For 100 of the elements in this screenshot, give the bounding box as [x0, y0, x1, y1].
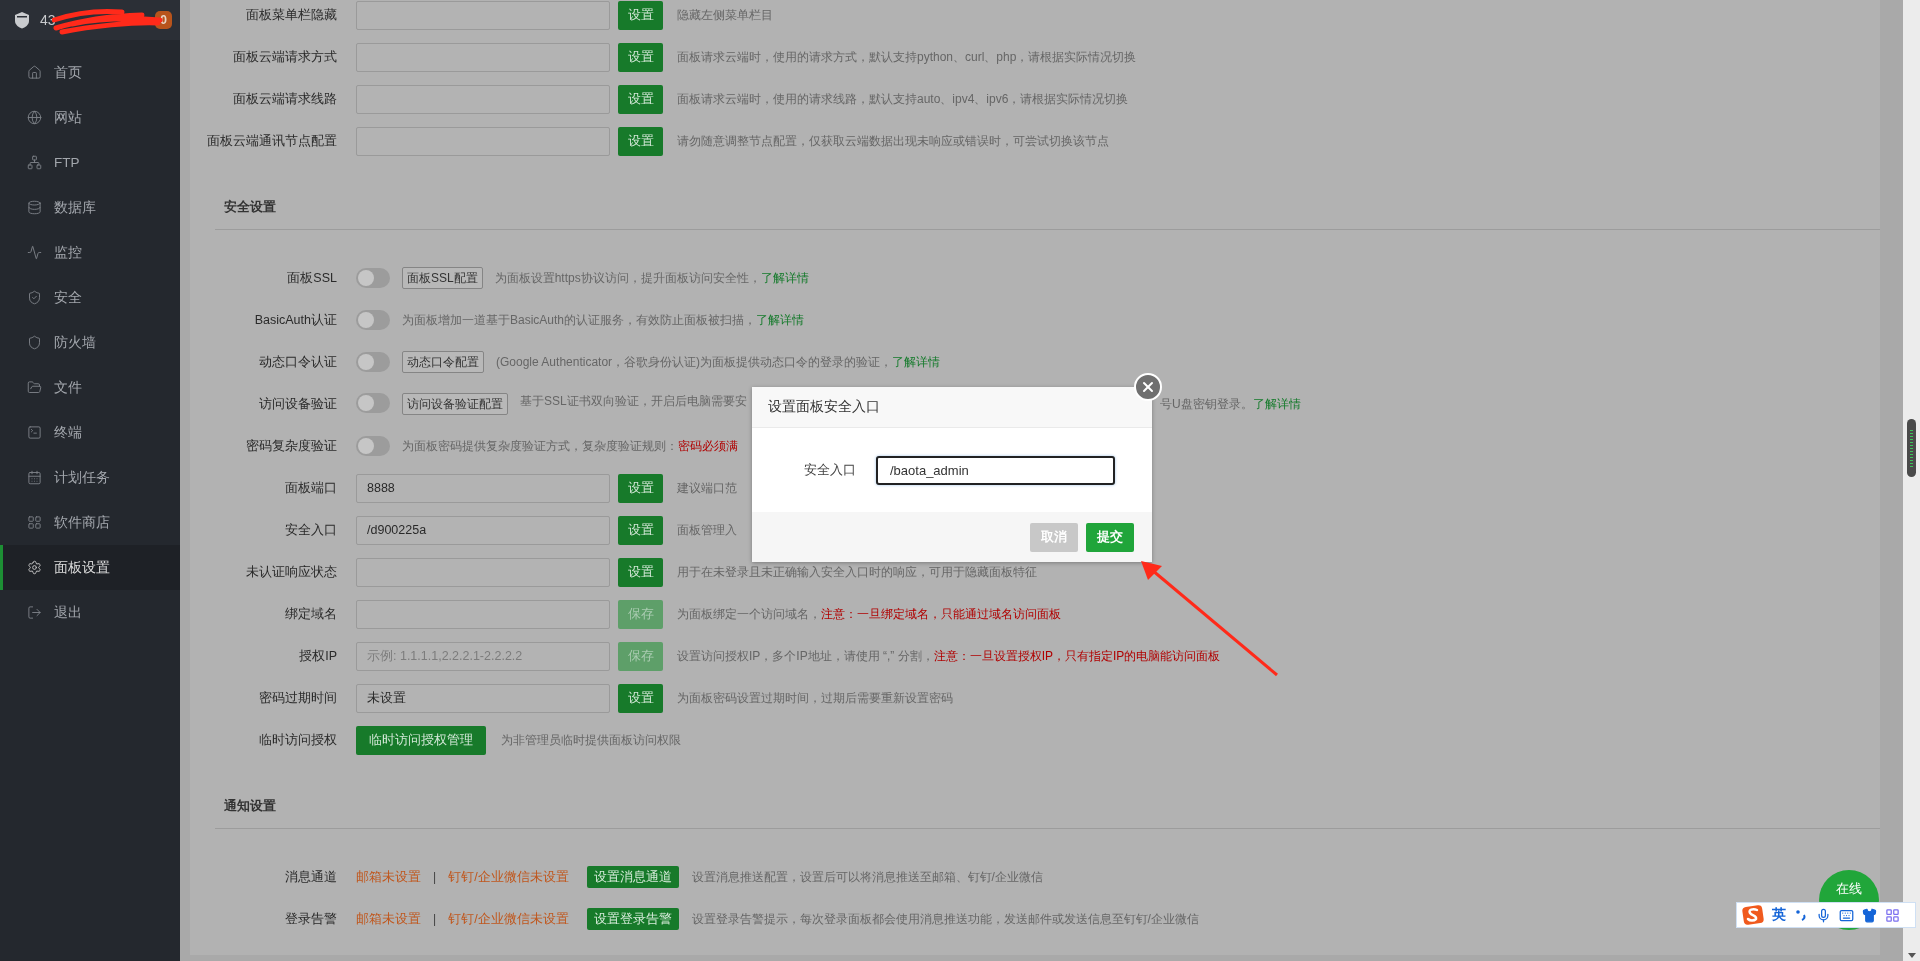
description-text: 为面板绑定一个访问域名，注意：一旦绑定域名，只能通过域名访问面板	[677, 605, 1061, 623]
setting-input[interactable]	[356, 0, 610, 30]
toggle-switch[interactable]	[356, 310, 390, 330]
setting-label: BasicAuth认证	[253, 311, 337, 329]
setting-label: 密码过期时间	[258, 689, 337, 707]
channel-button[interactable]: 设置登录告警	[586, 908, 679, 930]
description-text: 建议端口范	[677, 479, 737, 497]
learn-more-link[interactable]: 了解详情	[756, 312, 805, 327]
grid-icon[interactable]	[1885, 907, 1900, 923]
sidebar-item[interactable]: 数据库	[0, 185, 180, 230]
channel-button[interactable]: 设置消息通道	[586, 866, 679, 888]
setting-input[interactable]: 未设置	[356, 683, 610, 713]
description-text: 请勿随意调整节点配置，仅获取云端数据出现未响应或错误时，可尝试切换该节点	[677, 132, 1109, 150]
setting-label: 消息通道	[284, 868, 337, 886]
action-button[interactable]: 设置	[618, 84, 663, 114]
learn-more-link[interactable]: 了解详情	[760, 270, 809, 285]
setting-label: 授权IP	[298, 647, 337, 665]
sidebar-item[interactable]: 退出	[0, 590, 180, 635]
learn-more-link[interactable]: 了解详情	[1252, 396, 1301, 411]
setting-input[interactable]	[356, 42, 610, 72]
sidebar-item[interactable]: FTP	[0, 140, 180, 185]
description-text: 设置消息推送配置，设置后可以将消息推送至邮箱、钉钉/企业微信	[691, 868, 1043, 886]
home-icon	[27, 65, 42, 80]
action-button[interactable]: 设置	[618, 515, 663, 545]
grid-icon	[27, 515, 42, 530]
setting-input[interactable]	[356, 84, 610, 114]
config-button[interactable]: 动态口令配置	[402, 351, 484, 373]
sidebar-item[interactable]: 终端	[0, 410, 180, 455]
calendar-icon	[27, 470, 42, 485]
description-text: 为面板设置https协议访问，提升面板访问安全性，了解详情	[494, 269, 809, 287]
description-text: 为面板增加一道基于BasicAuth的认证服务，有效防止面板被扫描，了解详情	[402, 311, 805, 329]
punctuation-icon[interactable]	[1794, 908, 1808, 922]
setting-input[interactable]	[356, 599, 610, 629]
description-text: 设置访问授权IP，多个IP地址，请使用 “,” 分割，注意：一旦设置授权IP，只有指定IP的电脑能访问面板	[677, 647, 1221, 665]
sidebar-item[interactable]: 软件商店	[0, 500, 180, 545]
terminal-icon	[27, 425, 42, 440]
scroll-down-icon[interactable]	[1907, 953, 1916, 958]
logout-icon	[27, 605, 42, 620]
ime-logo-icon[interactable]	[1742, 905, 1764, 925]
toggle-switch[interactable]	[356, 352, 390, 372]
setting-input[interactable]	[356, 557, 610, 587]
action-button[interactable]: 设置	[618, 473, 663, 503]
database-icon	[27, 200, 42, 215]
sidebar-item[interactable]: 监控	[0, 230, 180, 275]
setting-label: 临时访问授权	[258, 731, 337, 749]
description-text: (Google Authenticator，谷歌身份认证)为面板提供动态口令的登录的验证，了解详情	[496, 353, 941, 371]
scrollbar-thumb[interactable]	[1907, 419, 1916, 477]
settings-icon	[27, 560, 42, 575]
sidebar-item[interactable]: 首页	[0, 50, 180, 95]
setting-input[interactable]: 8888	[356, 473, 610, 503]
action-button[interactable]: 设置	[618, 557, 663, 587]
entrance-input[interactable]: /baota_admin	[876, 455, 1115, 485]
shield-check-icon	[27, 290, 42, 305]
config-button[interactable]: 访问设备验证配置	[402, 393, 508, 415]
description-text: 设置登录告警提示，每次登录面板都会使用消息推送功能，发送邮件或发送信息至钉钉/企业微信	[691, 910, 1199, 928]
submit-button[interactable]: 提交	[1086, 522, 1134, 552]
action-button[interactable]: 设置	[618, 0, 663, 30]
toggle-switch[interactable]	[356, 268, 390, 288]
description-text: 号U盘密钥登录。了解详情	[1160, 395, 1301, 413]
activity-icon	[27, 245, 42, 260]
setting-label: 面板云端请求线路	[232, 90, 337, 108]
description-text: 为面板密码提供复杂度验证方式，复杂度验证规则：密码必须满	[402, 437, 738, 455]
sidebar-item[interactable]: 安全	[0, 275, 180, 320]
learn-more-link[interactable]: 了解详情	[892, 354, 941, 369]
dialog-title: 设置面板安全入口	[768, 398, 880, 416]
toggle-switch[interactable]	[356, 436, 390, 456]
toggle-switch[interactable]	[356, 393, 390, 413]
folder-icon	[27, 380, 42, 395]
input-mode-toggle[interactable]: 英	[1772, 906, 1786, 924]
action-button[interactable]: 设置	[618, 683, 663, 713]
sidebar-item[interactable]: 防火墙	[0, 320, 180, 365]
section-title: 通知设置	[224, 797, 276, 815]
setting-label: 面板云端请求方式	[232, 48, 337, 66]
sidebar-item[interactable]: 计划任务	[0, 455, 180, 500]
keyboard-icon[interactable]	[1839, 907, 1854, 923]
sidebar-item[interactable]: 面板设置	[0, 545, 180, 590]
setting-label: 动态口令认证	[258, 353, 337, 371]
action-button[interactable]: 设置	[618, 42, 663, 72]
config-button[interactable]: 面板SSL配置	[402, 267, 483, 289]
description-text: 隐藏左侧菜单栏目	[677, 6, 773, 24]
setting-label: 面板云端通讯节点配置	[206, 132, 337, 150]
manage-button[interactable]: 临时访问授权管理	[356, 725, 486, 755]
description-text: 基于SSL证书双向验证，开启后电脑需要安	[520, 393, 747, 410]
separator-text: |	[433, 912, 437, 926]
sidebar-item[interactable]: 网站	[0, 95, 180, 140]
setting-input[interactable]	[356, 126, 610, 156]
setting-label: 密码复杂度验证	[245, 437, 337, 455]
setting-label: 绑定域名	[284, 605, 337, 623]
shirt-icon[interactable]	[1862, 907, 1877, 923]
setting-input[interactable]: /d900225a	[356, 515, 610, 545]
description-text: 面板请求云端时，使用的请求线路，默认支持auto、ipv4、ipv6，请根据实际情况切换	[677, 90, 1129, 108]
setting-label: 登录告警	[284, 910, 337, 928]
sidebar-item[interactable]: 文件	[0, 365, 180, 410]
microphone-icon[interactable]	[1816, 907, 1831, 923]
shield-logo-icon	[14, 11, 30, 29]
action-button[interactable]: 设置	[618, 126, 663, 156]
setting-label: 面板端口	[284, 479, 337, 497]
globe-icon	[27, 110, 42, 125]
separator-text: |	[433, 870, 437, 884]
setting-label: 访问设备验证	[258, 395, 337, 413]
